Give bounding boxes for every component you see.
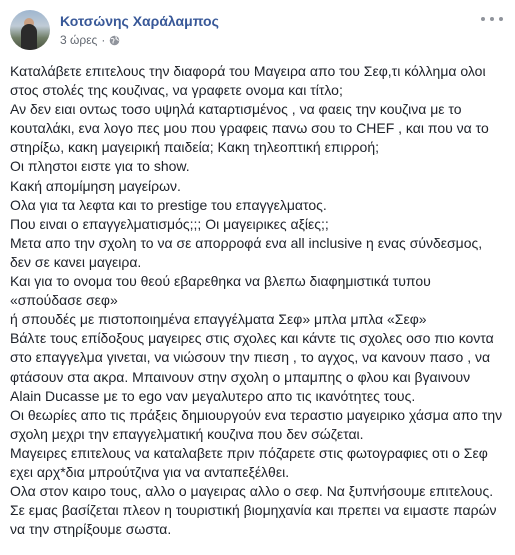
post-line: Και για το ονομα του θεού εβαρεθηκα να β… [10,273,431,309]
avatar[interactable] [10,10,50,50]
post-line: Που ειναι ο επαγγελματισμός;;; Οι μαγειρ… [10,215,329,232]
post-line: Μαγειρες επιτελους να καταλαβετε πριν πό… [10,444,488,480]
separator-dot: · [101,33,106,47]
post-subline: 3 ώρες · [60,32,219,48]
post-line: Κακή απομίμηση μαγείρων. [10,177,181,194]
avatar-body [21,24,37,50]
post-line: Καταλάβετε επιτελους την διαφορά του Μαγ… [10,63,486,99]
post-line: ή σπουδές με πιστοποιημένα επαγγέλματα Σ… [10,311,427,328]
facebook-post: Κοτσώνης Χαράλαμπος 3 ώρες · Καταλάβετε … [0,0,515,555]
post-line: Σε εμας βασίζεται πλεον η τουριστική βιο… [10,502,497,538]
post-line: Οι θεωρίες απο τις πράξεις δημιουργούν ε… [10,406,503,442]
more-options-icon[interactable] [481,12,503,26]
post-header: Κοτσώνης Χαράλαμπος 3 ώρες · [10,8,219,52]
post-line: Ολα στον καιρο τους, αλλο ο μαγειρας αλλ… [10,483,494,500]
globe-icon[interactable] [109,35,120,46]
post-line: Βάλτε τους επίδοξους μαγειρες στις σχολε… [10,330,494,404]
post-line: Οι πληστοι ειστε για το show. [10,158,190,175]
post-line: Αν δεν ειαι οντως τοσο υψηλά καταρτισμέν… [10,101,489,156]
post-meta: Κοτσώνης Χαράλαμπος 3 ώρες · [60,12,219,48]
post-line: Μετα απο την σχολη το να σε απορροφά ενα… [10,234,483,270]
post-timestamp[interactable]: 3 ώρες [60,32,97,48]
author-name[interactable]: Κοτσώνης Χαράλαμπος [60,12,219,30]
post-body: Καταλάβετε επιτελους την διαφορά του Μαγ… [10,62,505,539]
post-line: Ολα για τα λεφτα και το prestige του επα… [10,196,327,213]
